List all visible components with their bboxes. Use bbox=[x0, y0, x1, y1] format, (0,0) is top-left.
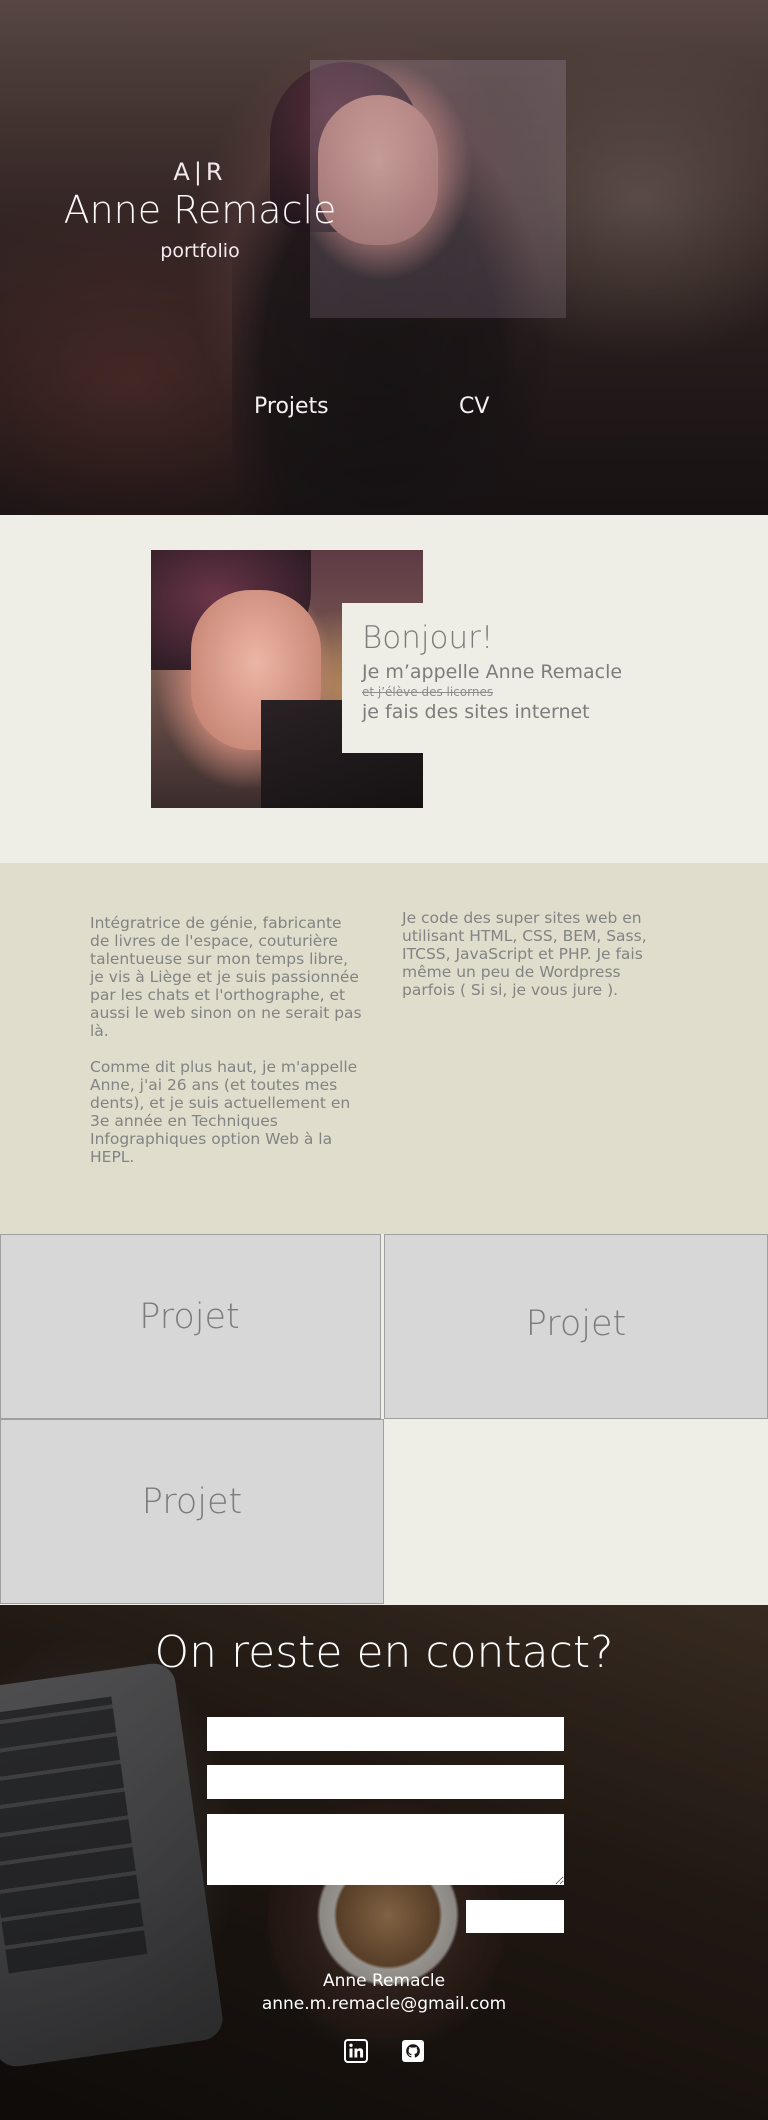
nav-link-projets[interactable]: Projets bbox=[254, 394, 329, 419]
logo-monogram: A|R bbox=[173, 158, 227, 186]
greeting-heading: Bonjour! bbox=[362, 620, 494, 656]
contact-heading: On reste en contact? bbox=[154, 1627, 614, 1678]
project-tile-1[interactable]: Projet bbox=[0, 1234, 381, 1419]
github-icon[interactable] bbox=[401, 2039, 425, 2063]
greeting-name-line: Je m’appelle Anne Remacle bbox=[362, 660, 623, 683]
about-left-column: Intégratrice de génie, fabricante de liv… bbox=[90, 914, 365, 1184]
contact-email-input[interactable] bbox=[207, 1765, 564, 1799]
greeting-job-line: je fais des sites internet bbox=[362, 700, 590, 723]
site-title: Anne Remacle bbox=[63, 188, 337, 232]
project-tile-label: Projet bbox=[141, 1481, 243, 1522]
project-tile-label: Projet bbox=[139, 1296, 240, 1337]
footer-email-link[interactable]: anne.m.remacle@gmail.com bbox=[0, 1994, 768, 2014]
greeting-card: Bonjour! Je m’appelle Anne Remacle et j’… bbox=[342, 603, 642, 753]
project-tile-2[interactable]: Projet bbox=[384, 1234, 768, 1419]
about-right-column: Je code des super sites web en utilisant… bbox=[402, 909, 662, 1017]
nav-link-cv[interactable]: CV bbox=[459, 394, 489, 419]
intro-section: Bonjour! Je m’appelle Anne Remacle et j’… bbox=[0, 515, 768, 863]
contact-name-input[interactable] bbox=[207, 1717, 564, 1751]
about-paragraph-1: Intégratrice de génie, fabricante de liv… bbox=[90, 914, 362, 1040]
footer-owner-name: Anne Remacle bbox=[322, 1971, 446, 1991]
greeting-strikethrough-line: et j’élève des licornes bbox=[362, 684, 494, 699]
about-paragraph-2: Comme dit plus haut, je m'appelle Anne, … bbox=[90, 1058, 358, 1166]
about-section: Intégratrice de génie, fabricante de liv… bbox=[0, 863, 768, 1234]
contact-section: On reste en contact? Anne Remacle anne.m… bbox=[0, 1605, 768, 2120]
linkedin-icon[interactable] bbox=[344, 2039, 368, 2063]
site-subtitle: portfolio bbox=[160, 240, 240, 262]
hero-section: A|R Anne Remacle portfolio Projets CV bbox=[0, 0, 768, 515]
skills-paragraph: Je code des super sites web en utilisant… bbox=[402, 909, 647, 999]
project-tile-3[interactable]: Projet bbox=[0, 1419, 384, 1604]
contact-message-textarea[interactable] bbox=[207, 1814, 564, 1885]
project-tile-label: Projet bbox=[525, 1303, 627, 1344]
contact-submit-button[interactable] bbox=[466, 1900, 564, 1933]
